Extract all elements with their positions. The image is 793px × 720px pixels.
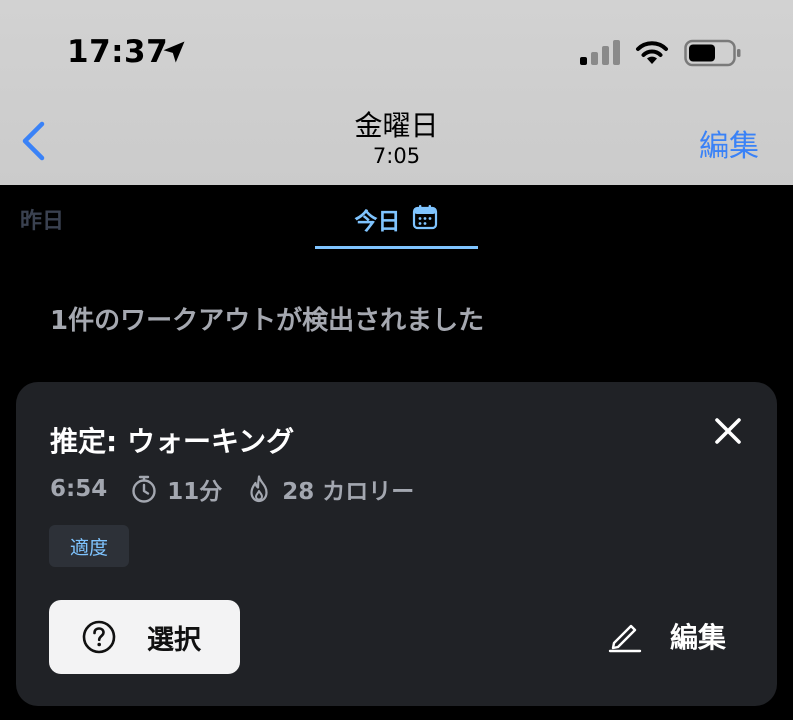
status-time: 17:37 — [67, 34, 169, 70]
page-title: 金曜日 — [354, 109, 439, 142]
battery-icon — [684, 39, 741, 67]
flame-icon — [250, 475, 268, 503]
page-subtitle: 7:05 — [372, 144, 421, 168]
select-button-label: 選択 — [147, 624, 201, 656]
tab-today[interactable]: 今日 — [315, 200, 478, 250]
workout-card: 推定: ウォーキング 6:54 11分 28 カロリー 適度 選択 編集 — [16, 382, 777, 706]
location-arrow-icon — [163, 41, 185, 63]
intensity-badge: 適度 — [49, 525, 129, 567]
pencil-icon — [608, 624, 642, 653]
workout-calories: 28 カロリー — [282, 479, 415, 505]
detected-workouts-message: 1件のワークアウトが検出されました — [50, 306, 485, 336]
tab-today-label: 今日 — [354, 209, 401, 235]
select-button[interactable]: 選択 — [49, 600, 240, 674]
close-button[interactable] — [709, 412, 747, 450]
cellular-signal-icon — [580, 40, 620, 65]
workout-start-time: 6:54 — [50, 476, 108, 502]
header: 17:37 金曜日 7:05 編集 — [0, 0, 793, 185]
wifi-icon — [636, 41, 668, 64]
tab-active-indicator — [315, 246, 478, 249]
calendar-icon — [412, 205, 437, 230]
edit-workout-button[interactable]: 編集 — [606, 616, 726, 656]
tab-yesterday[interactable]: 昨日 — [20, 203, 64, 235]
workout-duration: 11分 — [167, 479, 223, 505]
workout-meta: 6:54 11分 28 カロリー — [50, 472, 414, 506]
close-icon — [715, 418, 741, 444]
question-circle-icon — [82, 620, 116, 654]
workout-title: 推定: ウォーキング — [50, 425, 295, 458]
edit-workout-label: 編集 — [670, 621, 727, 654]
edit-button[interactable]: 編集 — [699, 121, 759, 165]
stopwatch-icon — [132, 475, 156, 503]
